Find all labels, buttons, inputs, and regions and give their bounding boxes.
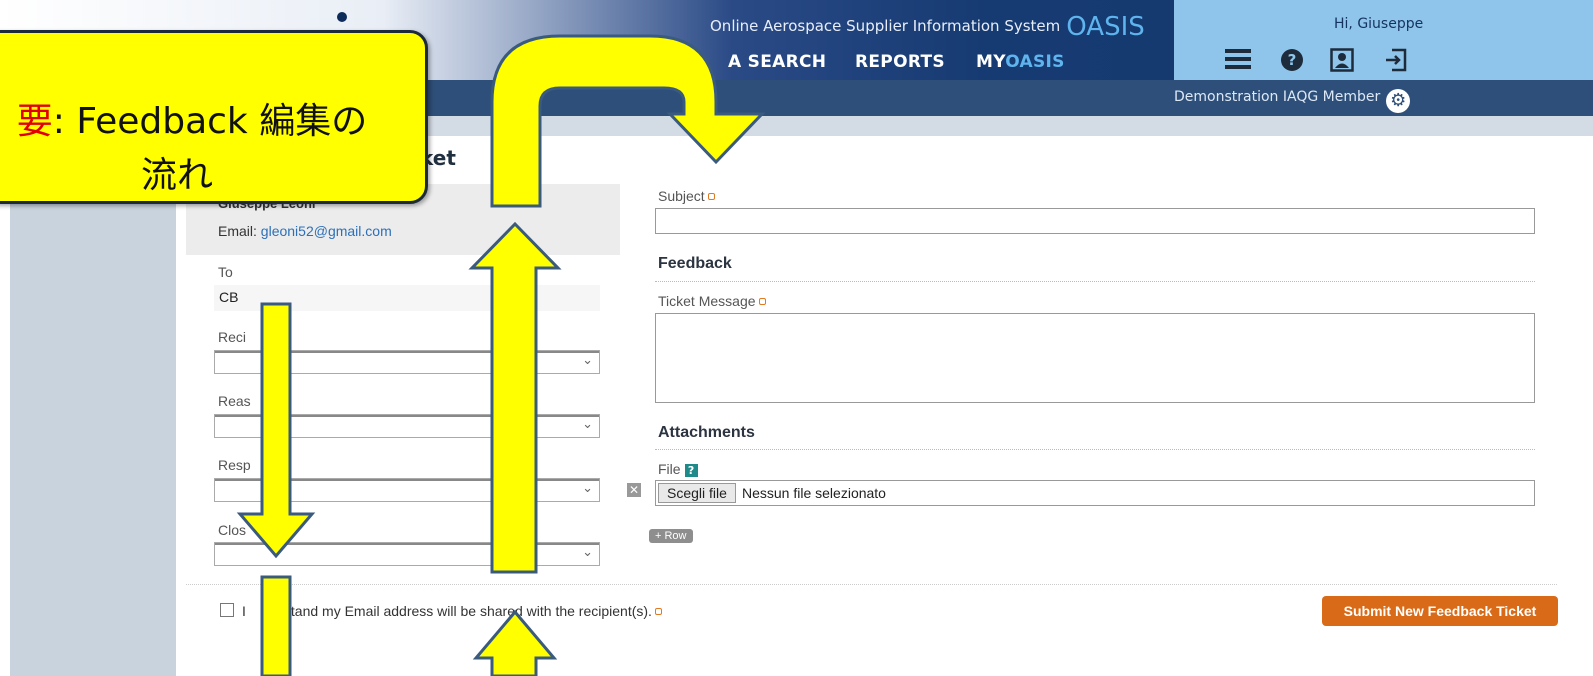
greeting: Hi, Giuseppe [1334,16,1424,32]
callout-text: 要: Feedback 編集の 流れ [0,95,401,203]
bottom-up-arrow [472,609,558,676]
reason-select[interactable]: ⌄ [214,414,600,438]
chevron-down-icon: ⌄ [582,481,593,496]
system-title: Online Aerospace Supplier Information Sy… [710,12,1145,42]
ticket-message-textarea[interactable] [655,313,1535,403]
callout-line-1: 要: Feedback 編集の [0,95,401,149]
callout-highlight: 要 [16,101,53,142]
to-label: To [218,264,233,280]
no-file-text: Nessun file selezionato [742,485,886,501]
svg-text:?: ? [1288,51,1297,69]
submit-feedback-button[interactable]: Submit New Feedback Ticket [1322,596,1558,626]
logo-dot [337,12,347,22]
help-icon[interactable]: ? [684,464,698,477]
recipient-select[interactable]: ⌄ [214,350,600,374]
help-icon[interactable]: ? [1278,48,1306,76]
feedback-ticket-page: g Online Aerospace Supplier Information … [0,0,1593,676]
gear-icon[interactable]: ⚙ [1386,89,1411,113]
consent-checkbox[interactable] [220,603,234,617]
profile-icon[interactable] [1328,48,1356,76]
annotation-callout: 要: Feedback 編集の 流れ [0,30,428,204]
file-label-text: File [658,461,681,477]
logout-icon[interactable] [1382,48,1410,76]
sender-email-line: Email: gleoni52@gmail.com [218,223,392,239]
menu-icon[interactable] [1224,48,1252,76]
chevron-down-icon: ⌄ [582,353,593,368]
nav-myoasis-prefix: MY [976,52,1006,72]
form-divider [186,584,1557,585]
required-marker-icon [654,608,662,615]
chevron-down-icon: ⌄ [582,545,593,560]
to-value: CB [214,285,600,311]
consent-body: stand my Email address will be shared wi… [283,603,652,619]
response-select[interactable]: ⌄ [214,478,600,502]
subject-label-text: Subject [658,188,705,204]
nav-myoasis[interactable]: MYOASIS [976,52,1065,72]
email-label: Email: [218,223,257,239]
callout-line-1-rest: : Feedback 編集の [52,101,368,142]
ticket-message-label-text: Ticket Message [658,293,756,309]
attachments-divider [655,449,1535,450]
up-arrow [468,221,562,574]
member-label[interactable]: Demonstration IAQG Member ⚙ [1174,89,1411,113]
chevron-down-icon: ⌄ [582,417,593,432]
nav-data-search[interactable]: A SEARCH [728,52,826,72]
reason-label: Reas [218,393,251,409]
left-gutter [10,136,176,676]
choose-file-button[interactable]: Scegli file [658,483,736,503]
consent-text: Istand my Email address will be shared w… [242,603,662,619]
system-acronym: OASIS [1066,12,1145,42]
sender-email-link[interactable]: gleoni52@gmail.com [261,223,392,239]
required-marker-icon [758,298,766,305]
ticket-message-label: Ticket Message [658,293,766,309]
add-row-button[interactable]: + Row [649,529,693,543]
feedback-divider [655,281,1535,282]
close-label: Clos [218,522,247,538]
nav-myoasis-suffix: OASIS [1005,52,1065,72]
feedback-heading: Feedback [658,255,732,272]
user-panel: Hi, Giuseppe ? [1174,0,1593,80]
nav-reports[interactable]: REPORTS [855,52,945,72]
response-label: Resp [218,457,251,473]
remove-row-icon[interactable]: ✕ [627,483,641,497]
system-title-text: Online Aerospace Supplier Information Sy… [710,17,1061,35]
required-marker-icon [707,193,715,200]
subject-label: Subject [658,188,715,204]
response-label-text: Resp [218,457,251,473]
close-select[interactable]: ⌄ [214,542,600,566]
file-input[interactable]: Scegli file Nessun file selezionato [655,480,1535,506]
recipient-label: Reci [218,329,247,345]
subject-input[interactable] [655,208,1535,234]
file-label: File? [658,461,698,477]
consent-prefix: I [242,603,246,619]
member-name: Demonstration IAQG Member [1174,89,1381,105]
bottom-down-arrow [260,575,292,676]
callout-line-2: 流れ [140,155,213,196]
attachments-heading: Attachments [658,424,755,441]
